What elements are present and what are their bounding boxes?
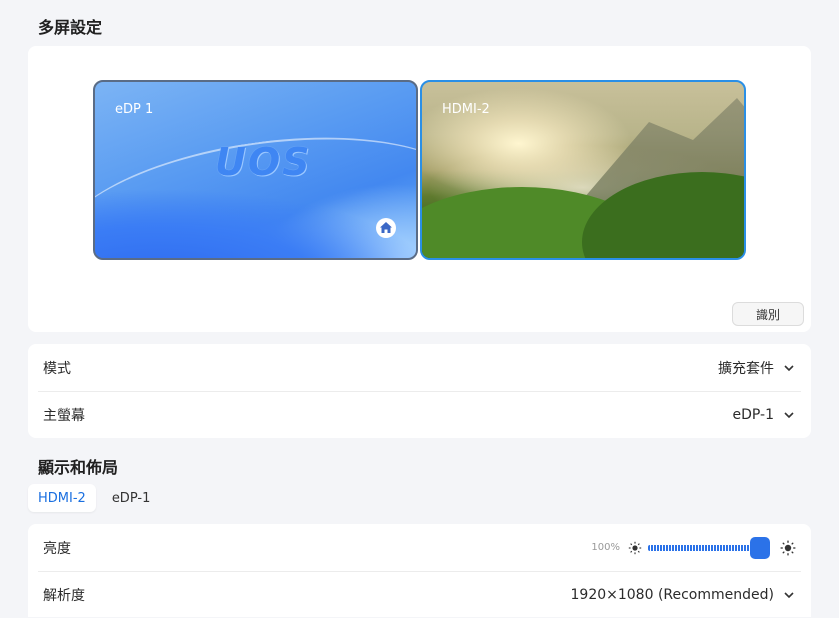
mode-row[interactable]: 模式 擴充套件 bbox=[28, 344, 811, 391]
uos-logo: UOS bbox=[215, 140, 312, 184]
brightness-control: 100% bbox=[591, 536, 796, 559]
brightness-slider-thumb[interactable] bbox=[750, 536, 770, 559]
main-screen-value: eDP-1 bbox=[732, 406, 775, 423]
mode-value: 擴充套件 bbox=[718, 360, 774, 377]
display-tabs: HDMI-2 eDP-1 bbox=[28, 484, 160, 512]
monitor-hdmi2[interactable]: HDMI-2 bbox=[420, 80, 746, 260]
display-layout-title: 顯示和佈局 bbox=[38, 458, 119, 477]
brightness-percent: 100% bbox=[591, 542, 620, 553]
multi-screen-title: 多屏設定 bbox=[38, 18, 103, 37]
identify-button[interactable]: 識別 bbox=[732, 302, 804, 326]
sun-large-icon bbox=[780, 540, 796, 555]
main-screen-label: 主螢幕 bbox=[43, 407, 85, 424]
chevron-down-icon bbox=[784, 591, 794, 598]
sun-small-icon bbox=[628, 541, 642, 554]
display-settings-card: 亮度 100% 解析度 1920×1080 (Recommended) bbox=[28, 524, 811, 617]
brightness-slider[interactable] bbox=[648, 536, 770, 559]
resolution-label: 解析度 bbox=[43, 587, 85, 604]
mode-label: 模式 bbox=[43, 360, 71, 377]
chevron-down-icon bbox=[784, 364, 794, 371]
main-screen-row[interactable]: 主螢幕 eDP-1 bbox=[28, 391, 811, 438]
brightness-label: 亮度 bbox=[43, 540, 71, 557]
wallpaper-wave bbox=[95, 113, 416, 258]
resolution-select[interactable]: 1920×1080 (Recommended) bbox=[571, 587, 797, 603]
resolution-row[interactable]: 解析度 1920×1080 (Recommended) bbox=[28, 571, 811, 618]
display-preview-card: UOS eDP 1 HDMI-2 識別 bbox=[28, 46, 811, 332]
chevron-down-icon bbox=[784, 411, 794, 418]
mode-select[interactable]: 擴充套件 bbox=[718, 358, 796, 378]
home-icon bbox=[376, 218, 396, 238]
screen-mode-card: 模式 擴充套件 主螢幕 eDP-1 bbox=[28, 344, 811, 438]
tab-edp1[interactable]: eDP-1 bbox=[102, 484, 161, 512]
monitor-edp1[interactable]: UOS eDP 1 bbox=[93, 80, 418, 260]
resolution-value: 1920×1080 (Recommended) bbox=[570, 586, 775, 603]
monitor-label-hdmi2: HDMI-2 bbox=[442, 102, 490, 117]
brightness-row: 亮度 100% bbox=[28, 524, 811, 571]
monitor-label-edp1: eDP 1 bbox=[115, 102, 154, 117]
main-screen-select[interactable]: eDP-1 bbox=[733, 407, 797, 423]
tab-hdmi2[interactable]: HDMI-2 bbox=[28, 484, 96, 512]
